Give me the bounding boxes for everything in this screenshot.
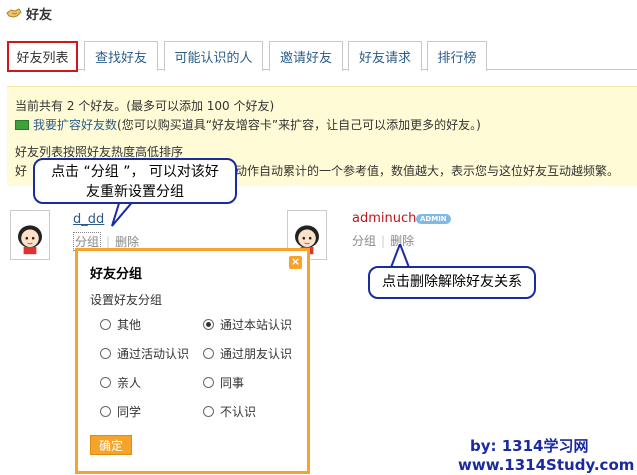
watermark-line-2: www.1314Study.com: [458, 456, 635, 474]
radio-button[interactable]: [203, 377, 214, 388]
avatar-girl-icon: [18, 225, 42, 255]
option-label: 同事: [220, 376, 245, 390]
delete-hint-callout: 点击删除解除好友关系: [368, 266, 536, 299]
expand-description: (您可以购买道具“好友增容卡”来扩容，让自己可以添加更多的好友。): [117, 118, 481, 132]
group-link[interactable]: 分组: [352, 232, 376, 249]
tab-invite-friends[interactable]: 邀请好友: [269, 41, 343, 71]
radio-button[interactable]: [100, 319, 111, 330]
radio-button[interactable]: [203, 406, 214, 417]
tab-find-friends[interactable]: 查找好友: [84, 41, 158, 71]
radio-button[interactable]: [203, 319, 214, 330]
close-icon[interactable]: ×: [289, 256, 302, 269]
group-option[interactable]: 通过活动认识: [100, 345, 189, 362]
dialog-title: 好友分组: [90, 267, 143, 282]
heat-note-start: 好: [15, 164, 28, 178]
divider: |: [106, 235, 111, 249]
radio-button[interactable]: [100, 377, 111, 388]
group-option[interactable]: 通过朋友认识: [203, 345, 292, 362]
friend-name-link[interactable]: adminuch: [352, 211, 416, 226]
expand-row: 我要扩容好友数(您可以购买道具“好友增容卡”来扩容，让自己可以添加更多的好友。): [15, 116, 481, 133]
radio-button[interactable]: [100, 348, 111, 359]
callout-pointer-icon: [111, 200, 136, 227]
tab-bar: 好友列表 查找好友 可能认识的人 邀请好友 好友请求 排行榜: [7, 40, 637, 72]
group-option[interactable]: 不认识: [203, 403, 256, 420]
dialog-subtitle: 设置好友分组: [90, 293, 163, 307]
friend-group-dialog: 好友分组 × 设置好友分组 其他 通过本站认识 通过活动认识 通过朋友认识 亲人…: [75, 248, 310, 474]
watermark-line-1: by: 1314学习网: [470, 437, 589, 455]
option-label: 通过本站认识: [220, 318, 293, 332]
heat-note-end: 动作自动累计的一个参考值，数值越大，表示您与这位好友互动越频繁。: [235, 164, 620, 178]
option-label: 其他: [117, 318, 142, 332]
group-hint-line-1: 点击 “分组 ”， 可以对该好: [51, 164, 219, 180]
tab-friend-list[interactable]: 好友列表: [7, 41, 78, 72]
confirm-button[interactable]: 确定: [90, 435, 132, 455]
group-option[interactable]: 通过本站认识: [203, 316, 292, 333]
option-label: 亲人: [117, 376, 142, 390]
option-label: 通过活动认识: [117, 347, 190, 361]
tab-friend-requests[interactable]: 好友请求: [348, 41, 422, 71]
option-label: 同学: [117, 405, 142, 419]
expand-friends-link[interactable]: 我要扩容好友数: [33, 118, 117, 132]
group-option[interactable]: 亲人: [100, 374, 141, 391]
admin-badge: ADMIN: [416, 214, 451, 224]
expand-card-icon: [15, 120, 29, 130]
option-label: 不认识: [220, 405, 257, 419]
option-label: 通过朋友认识: [220, 347, 293, 361]
group-option[interactable]: 同事: [203, 374, 244, 391]
group-hint-line-2: 友重新设置分组: [86, 184, 184, 200]
radio-button[interactable]: [203, 348, 214, 359]
page-title: 好友: [26, 7, 53, 23]
group-option[interactable]: 同学: [100, 403, 141, 420]
avatar[interactable]: [10, 210, 50, 260]
tab-people-you-may-know[interactable]: 可能认识的人: [164, 41, 263, 71]
group-option[interactable]: 其他: [100, 316, 141, 333]
tab-leaderboard[interactable]: 排行榜: [427, 41, 487, 71]
page-header: 好友: [6, 4, 53, 23]
group-hint-callout: 点击 “分组 ”， 可以对该好 友重新设置分组: [33, 158, 237, 204]
handshake-icon: [6, 8, 22, 18]
radio-button[interactable]: [100, 406, 111, 417]
friend-count-text: 当前共有 2 个好友。(最多可以添加 100 个好友): [15, 99, 275, 113]
